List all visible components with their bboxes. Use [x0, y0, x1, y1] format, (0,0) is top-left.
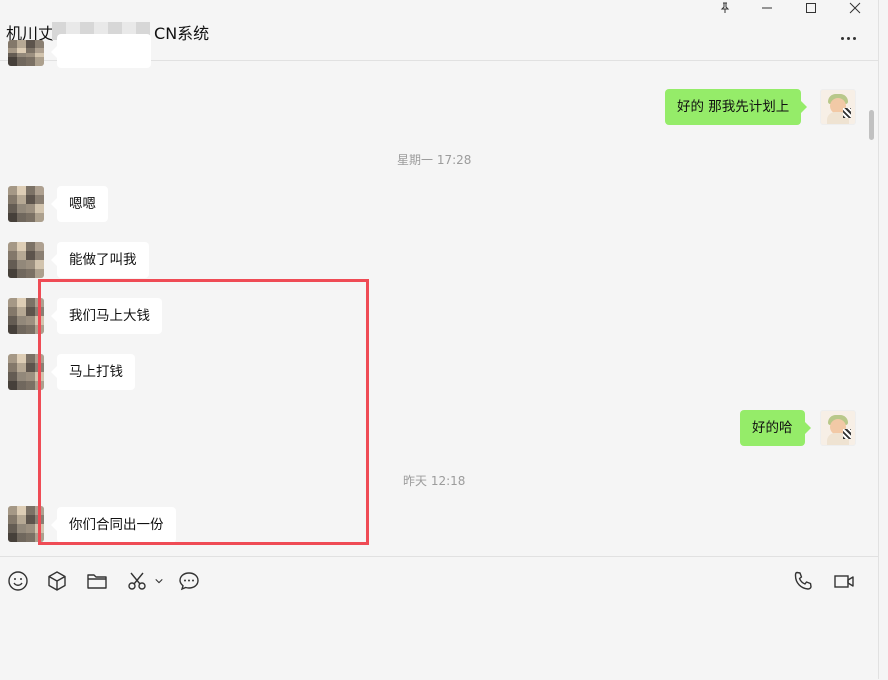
pin-icon [720, 2, 730, 13]
message-bubble-out[interactable]: 好的 那我先计划上 [665, 89, 808, 125]
minimize-button[interactable] [746, 0, 788, 16]
screenshot-button[interactable] [125, 569, 149, 593]
message-bubble-in[interactable] [51, 34, 151, 68]
more-dot [840, 36, 844, 40]
close-button[interactable] [834, 0, 876, 16]
voice-call-button[interactable] [791, 569, 815, 593]
minimize-icon [762, 7, 772, 9]
contact-avatar[interactable] [8, 242, 44, 278]
chat-history-button[interactable] [177, 569, 201, 593]
more-dot [846, 36, 850, 40]
my-avatar[interactable] [820, 410, 856, 446]
chat-bubble-icon [179, 572, 199, 591]
message-bubble-out[interactable]: 好的哈 [740, 410, 810, 446]
timestamp: 昨天 12:18 [403, 474, 466, 488]
send-file-button[interactable] [85, 569, 109, 593]
contact-avatar[interactable] [8, 186, 44, 222]
emoji-icon [8, 571, 28, 591]
my-avatar[interactable] [820, 89, 856, 125]
cube-icon [48, 571, 66, 591]
annotation-highlight-box [38, 279, 369, 545]
timestamp: 星期一 17:28 [397, 153, 472, 167]
mini-program-button[interactable] [45, 569, 69, 593]
chevron-down-icon [155, 578, 163, 584]
scissors-icon [128, 572, 146, 590]
folder-icon [87, 574, 107, 589]
video-call-button[interactable] [832, 569, 856, 593]
message-bubble-in[interactable]: 嗯嗯 [51, 186, 108, 222]
more-dot [852, 36, 856, 40]
window-right-edge [878, 0, 888, 679]
phone-icon [794, 571, 812, 590]
close-icon [849, 2, 861, 14]
emoji-button[interactable] [6, 569, 30, 593]
video-icon [834, 575, 854, 588]
contact-avatar[interactable] [8, 40, 44, 66]
chat-scrollbar[interactable] [869, 110, 874, 140]
message-bubble-in[interactable]: 能做了叫我 [51, 242, 149, 278]
maximize-button[interactable] [790, 0, 832, 16]
maximize-icon [806, 3, 816, 13]
more-options-button[interactable] [836, 30, 860, 46]
chat-title-visible: CN系统 [154, 24, 210, 43]
pin-button[interactable] [704, 0, 746, 16]
screenshot-options-dropdown[interactable] [151, 569, 167, 593]
